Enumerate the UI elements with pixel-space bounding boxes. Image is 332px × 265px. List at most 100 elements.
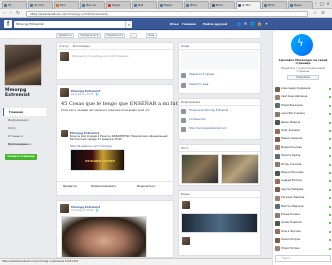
post-photo[interactable] [61,216,147,258]
browser-tab[interactable]: Видео [288,1,313,9]
video-thumbnail[interactable] [181,213,258,233]
avatar [60,204,69,213]
search-icon[interactable]: ⌕ [125,20,132,28]
chat-contact[interactable]: Павел Смирнов [273,135,332,143]
post-banner-image[interactable]: ЛУЧШИЙ СЕРВЕР [70,149,125,171]
home-link[interactable]: Главная [182,22,196,26]
chat-contact[interactable]: Виктор Фёдоров [273,203,332,211]
follow-page-button[interactable]: Подписаться [78,32,101,38]
about-row[interactable]: Сообщество [179,116,260,124]
facebook-logo[interactable]: f [4,20,12,28]
share-page-button[interactable]: Поделиться [104,32,126,38]
find-friends-link[interactable]: Найти друзей [203,22,227,26]
comment-button[interactable]: Комментировать [91,185,116,188]
chat-contact-name: Татьяна Павлова [281,196,305,200]
composer-input[interactable]: Напишите что-нибудь на этой Странице... [72,55,170,58]
page-profile-picture[interactable] [4,44,42,86]
left-nav-info[interactable]: Информация [3,116,46,124]
like-page-button[interactable]: Нравится [56,32,74,38]
chat-contact[interactable]: Роман Петров [273,236,332,244]
about-row[interactable]: Позвоните Mmorpg Extremist [179,107,260,115]
browser-tab[interactable]: Форум [158,1,183,9]
back-icon[interactable]: ‹ [1,11,7,17]
chat-contact[interactable]: Юрий Бакланов [273,102,332,110]
messages-icon[interactable]: ✉ [243,21,248,26]
chat-contact[interactable]: Никита Орлов [273,152,332,160]
about-row[interactable]: http://mmorpgextremist.com [179,125,260,133]
close-icon[interactable]: × [325,1,331,7]
friend-requests-icon[interactable]: 👥 [236,21,241,26]
chat-contact[interactable]: Игорь Соколов [273,161,332,169]
browser-tab[interactable]: VK [2,1,27,9]
share-button[interactable]: Поделиться [137,185,155,188]
post-card: Mmorpg Extremist 18 января в 20:00 · 🌐 [56,200,174,258]
like-icon [181,72,186,78]
chat-contact[interactable]: Мария Козлова [273,144,332,152]
online-status-icon [329,205,331,208]
photo-thumbnail[interactable] [181,154,219,184]
chat-contact[interactable]: Татьяна Павлова [273,194,332,202]
reload-icon[interactable]: ↻ [15,11,21,17]
star-icon[interactable]: ☆ [312,11,318,17]
left-nav-reviews[interactable]: Отзывы и рекомендации [3,132,46,146]
messenger-icon: ϟ [291,34,313,56]
people-row[interactable]: Нравится ещё [179,81,260,89]
chat-contact[interactable]: Светлана Шапкина [273,93,332,101]
post-timestamp[interactable]: 18 января в 20:00 · 🌐 [71,209,99,212]
privacy-icon[interactable]: 🔒 [257,21,262,26]
avatar [274,246,280,252]
browser-tab[interactable]: Mmor [262,1,287,9]
tab-label: Mmor [216,4,223,7]
chat-contact[interactable]: Артём Новиков [273,219,332,227]
chat-sidebar: ϟ Сделайте Messenger на своей странице О… [272,31,332,265]
people-heading: Люди [179,43,260,50]
chat-contact[interactable]: Сергей Лебедев [273,186,332,194]
more-options-button[interactable]: ... [130,32,138,38]
left-nav-posts[interactable]: Публикации [3,140,46,148]
chat-contact[interactable]: Анна Викторовна [273,110,332,118]
chat-contact[interactable]: Андрей Волков [273,177,332,185]
chat-contact[interactable]: Олег Захаров [273,127,332,135]
chat-contact-name: Артём Новиков [281,221,302,225]
left-nav-home[interactable]: Главная [3,108,46,116]
photo-thumbnail[interactable] [221,154,259,184]
notifications-icon[interactable]: 🌐 [250,21,255,26]
browser-tab[interactable]: Mmor [210,1,235,9]
chat-search-input[interactable]: ⌕ Поиск [275,255,331,262]
chat-contact[interactable]: Ирина Морозова [273,169,332,177]
menu-icon[interactable]: ≡ [320,11,326,17]
account-menu-icon[interactable]: ▾ [264,21,269,26]
chat-contact[interactable]: Александр Кудряшов [273,85,332,93]
chat-contact[interactable]: Денис Иванов [273,119,332,127]
chat-contact[interactable]: Ольга Жукова [273,228,332,236]
tab-label: Блог [60,4,66,7]
composer-tab-status[interactable]: Статус [59,44,69,48]
composer-tabs: Статус Фото/видео [57,43,173,50]
browser-tab[interactable]: Блог [54,1,79,9]
post-timestamp[interactable]: 18 января в 20:30 · 🌐 [71,93,99,96]
browser-tab[interactable]: (1) Mm [236,1,261,9]
browser-tab[interactable]: Мой | вк [80,1,105,9]
chat-contact[interactable]: Юлия Попова [273,245,332,253]
browser-tab[interactable]: Форум [106,1,131,9]
tab-favicon-icon [264,4,267,7]
messenger-more-button[interactable]: Подробнее [287,75,319,80]
browser-tab[interactable]: Mmor [184,1,209,9]
chat-contact[interactable]: Елена Козина [273,211,332,219]
left-nav-photos[interactable]: Фото [3,124,46,132]
facebook-search-input[interactable]: Mmorpg Extremist ⌕ [14,20,132,28]
more-dropdown-button[interactable]: Ещё [146,32,157,38]
browser-tab[interactable]: VK | Пос [28,1,53,9]
people-row[interactable]: Нравится 5 людям [179,71,260,79]
shared-post-link[interactable]: http://l2-essence.ru/?r=mmorpg [70,145,112,148]
create-page-button[interactable]: Создать Страницу [5,154,37,160]
avatar [274,153,280,159]
browser-tab[interactable]: Мой [132,1,157,9]
photos-card: Фото [178,144,261,186]
url-field[interactable]: https://www.facebook.com/mmorpg.ru/?ref=… [26,10,308,17]
composer-tab-photo[interactable]: Фото/видео [73,44,90,48]
profile-link[interactable]: Илья [170,22,179,26]
forward-icon[interactable]: › [8,11,14,17]
post-card: Mmorpg Extremist 18 января в 20:30 · 🌐 4… [56,84,200,196]
like-button[interactable]: Нравится [63,185,77,188]
